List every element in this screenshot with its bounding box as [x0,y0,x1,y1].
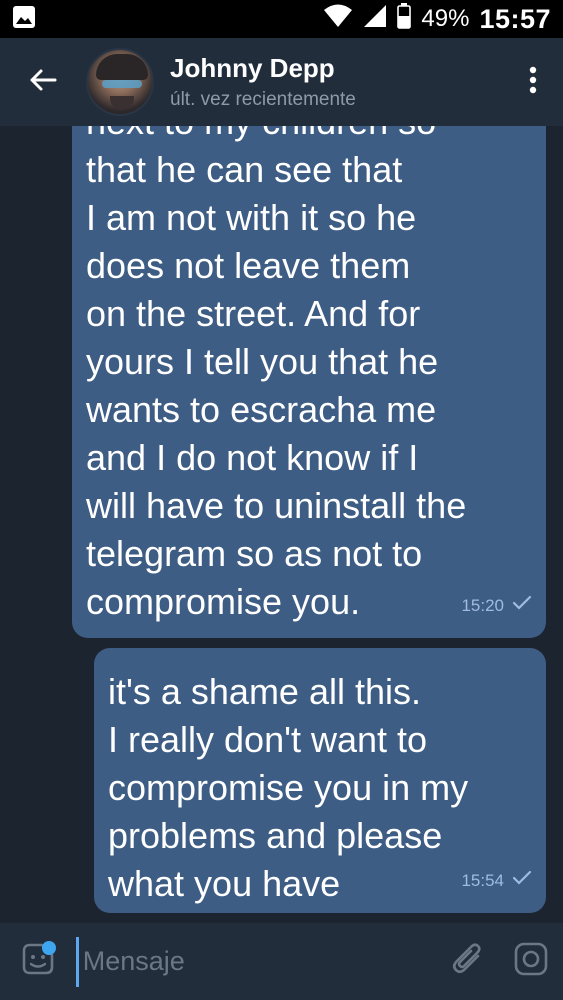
check-icon [512,857,532,905]
contact-name: Johnny Depp [170,53,335,83]
battery-percent: 49% [421,5,470,32]
contact-status: últ. vez recientemente [170,89,356,110]
message-time: 15:54 [461,871,504,890]
message-list[interactable]: next to my children so that he can see t… [0,126,563,923]
input-bar [0,923,563,1000]
message-input[interactable] [75,936,437,987]
more-vertical-icon [529,66,537,99]
message-meta: 15:20 [461,582,532,630]
attach-button[interactable] [437,923,500,1000]
message-time: 15:20 [461,596,504,615]
menu-button[interactable] [503,38,563,126]
message-text: next to my children so that he can see t… [86,126,467,622]
avatar[interactable] [86,48,154,116]
paperclip-icon [451,941,485,982]
signal-icon [363,4,387,35]
camera-button[interactable] [500,923,563,1000]
message-bubble[interactable]: next to my children so that he can see t… [72,126,546,638]
status-bar: 49% 15:57 [0,0,563,38]
check-icon [512,582,532,630]
image-icon [12,5,36,34]
sticker-button[interactable] [0,923,76,1000]
status-time: 15:57 [479,3,551,34]
contact-info[interactable]: Johnny Depp últ. vez recientemente [170,53,356,111]
wifi-icon [323,4,353,35]
notification-dot [41,941,56,955]
camera-icon [514,942,548,981]
message-bubble[interactable]: it's a shame all this. I really don't wa… [94,648,546,913]
back-button[interactable] [0,38,86,126]
message-meta: 15:54 [461,857,532,905]
chat-header: Johnny Depp últ. vez recientemente [0,38,563,126]
battery-icon [397,2,412,36]
arrow-left-icon [29,68,57,97]
